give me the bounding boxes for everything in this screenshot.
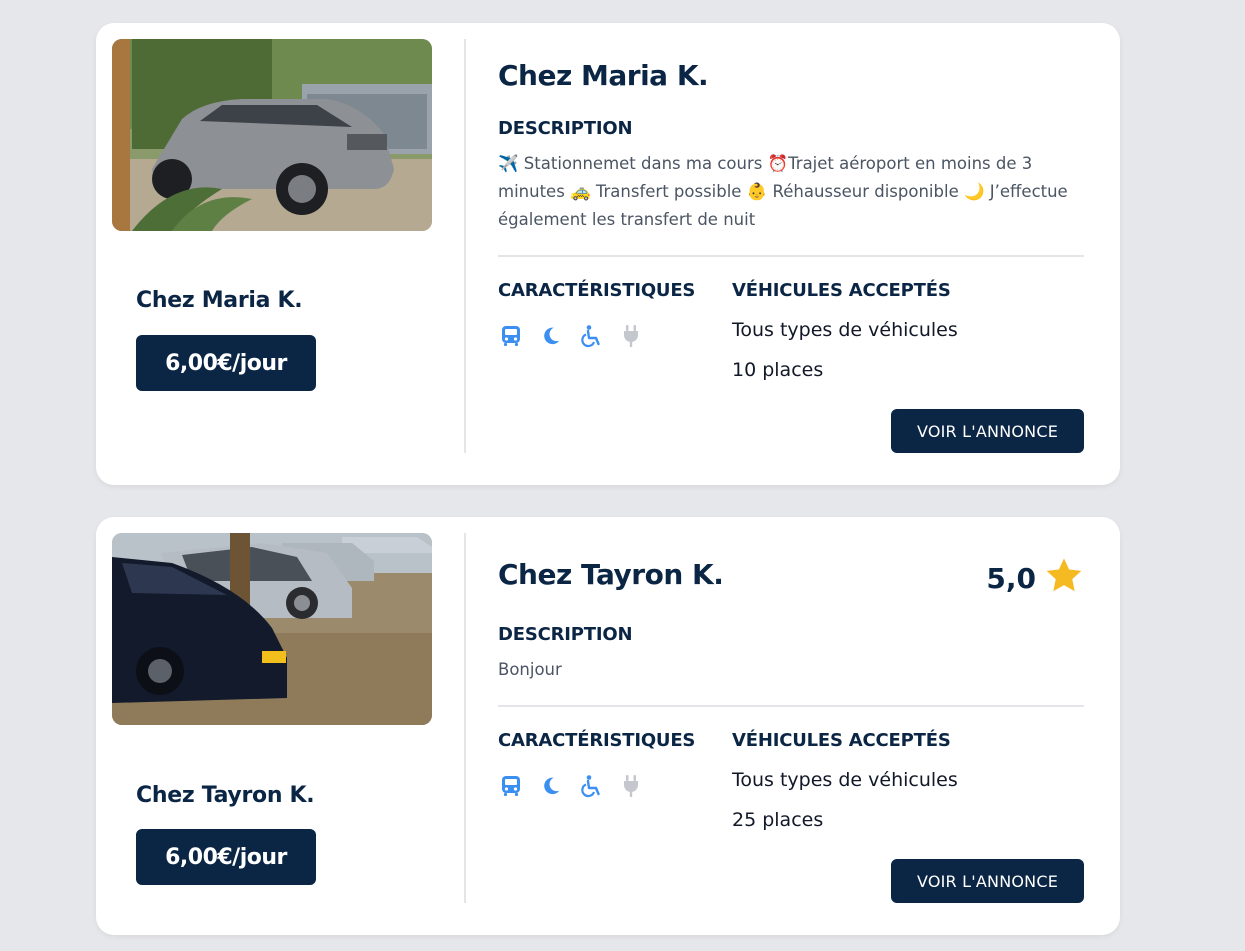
horizontal-divider [498, 705, 1084, 707]
listing-name: Chez Tayron K. [136, 783, 315, 808]
vehicle-types: Tous types de véhicules [732, 769, 958, 791]
view-listing-button[interactable]: VOIR L'ANNONCE [891, 859, 1084, 903]
feature-icons [498, 773, 644, 799]
airplane-emoji-icon: ✈️ [498, 154, 519, 173]
price-badge: 6,00€/jour [136, 335, 316, 391]
rating: 5,0 [986, 557, 1084, 599]
listing-title[interactable]: Chez Tayron K. [498, 558, 724, 591]
bus-icon [498, 773, 524, 799]
taxi-emoji-icon: 🚕 [570, 182, 591, 201]
listing-photo[interactable] [112, 39, 432, 231]
wheelchair-icon [578, 323, 604, 349]
listing-card: Chez Tayron K. 6,00€/jour Chez Tayron K.… [96, 517, 1120, 935]
wheelchair-icon [578, 773, 604, 799]
description-label: DESCRIPTION [498, 118, 633, 139]
moon-icon [538, 323, 564, 349]
plug-icon [618, 773, 644, 799]
price-badge: 6,00€/jour [136, 829, 316, 885]
description-label: DESCRIPTION [498, 624, 633, 645]
listing-name: Chez Maria K. [136, 288, 303, 313]
vertical-divider [464, 39, 466, 453]
vehicle-types: Tous types de véhicules [732, 319, 958, 341]
rating-value: 5,0 [986, 561, 1036, 595]
moon-icon [538, 773, 564, 799]
alarm-clock-emoji-icon: ⏰ [767, 154, 789, 173]
features-label: CARACTÉRISTIQUES [498, 280, 696, 301]
feature-icons [498, 323, 644, 349]
features-label: CARACTÉRISTIQUES [498, 730, 696, 751]
vertical-divider [464, 533, 466, 903]
listing-card: Chez Maria K. 6,00€/jour Chez Maria K. D… [96, 23, 1120, 485]
crescent-moon-emoji-icon: 🌙 [963, 182, 985, 201]
star-icon [1044, 557, 1084, 599]
vehicles-label: VÉHICULES ACCEPTÉS [732, 730, 951, 751]
plug-icon [618, 323, 644, 349]
description-text: Bonjour [498, 660, 562, 679]
vehicles-label: VÉHICULES ACCEPTÉS [732, 280, 951, 301]
listing-photo[interactable] [112, 533, 432, 725]
places-count: 25 places [732, 809, 824, 831]
listing-title[interactable]: Chez Maria K. [498, 59, 709, 92]
horizontal-divider [498, 255, 1084, 257]
baby-emoji-icon: 👶 [746, 182, 768, 201]
description-text: ✈️ Stationnemet dans ma cours ⏰Trajet aé… [498, 154, 1068, 229]
bus-icon [498, 323, 524, 349]
places-count: 10 places [732, 359, 824, 381]
view-listing-button[interactable]: VOIR L'ANNONCE [891, 409, 1084, 453]
